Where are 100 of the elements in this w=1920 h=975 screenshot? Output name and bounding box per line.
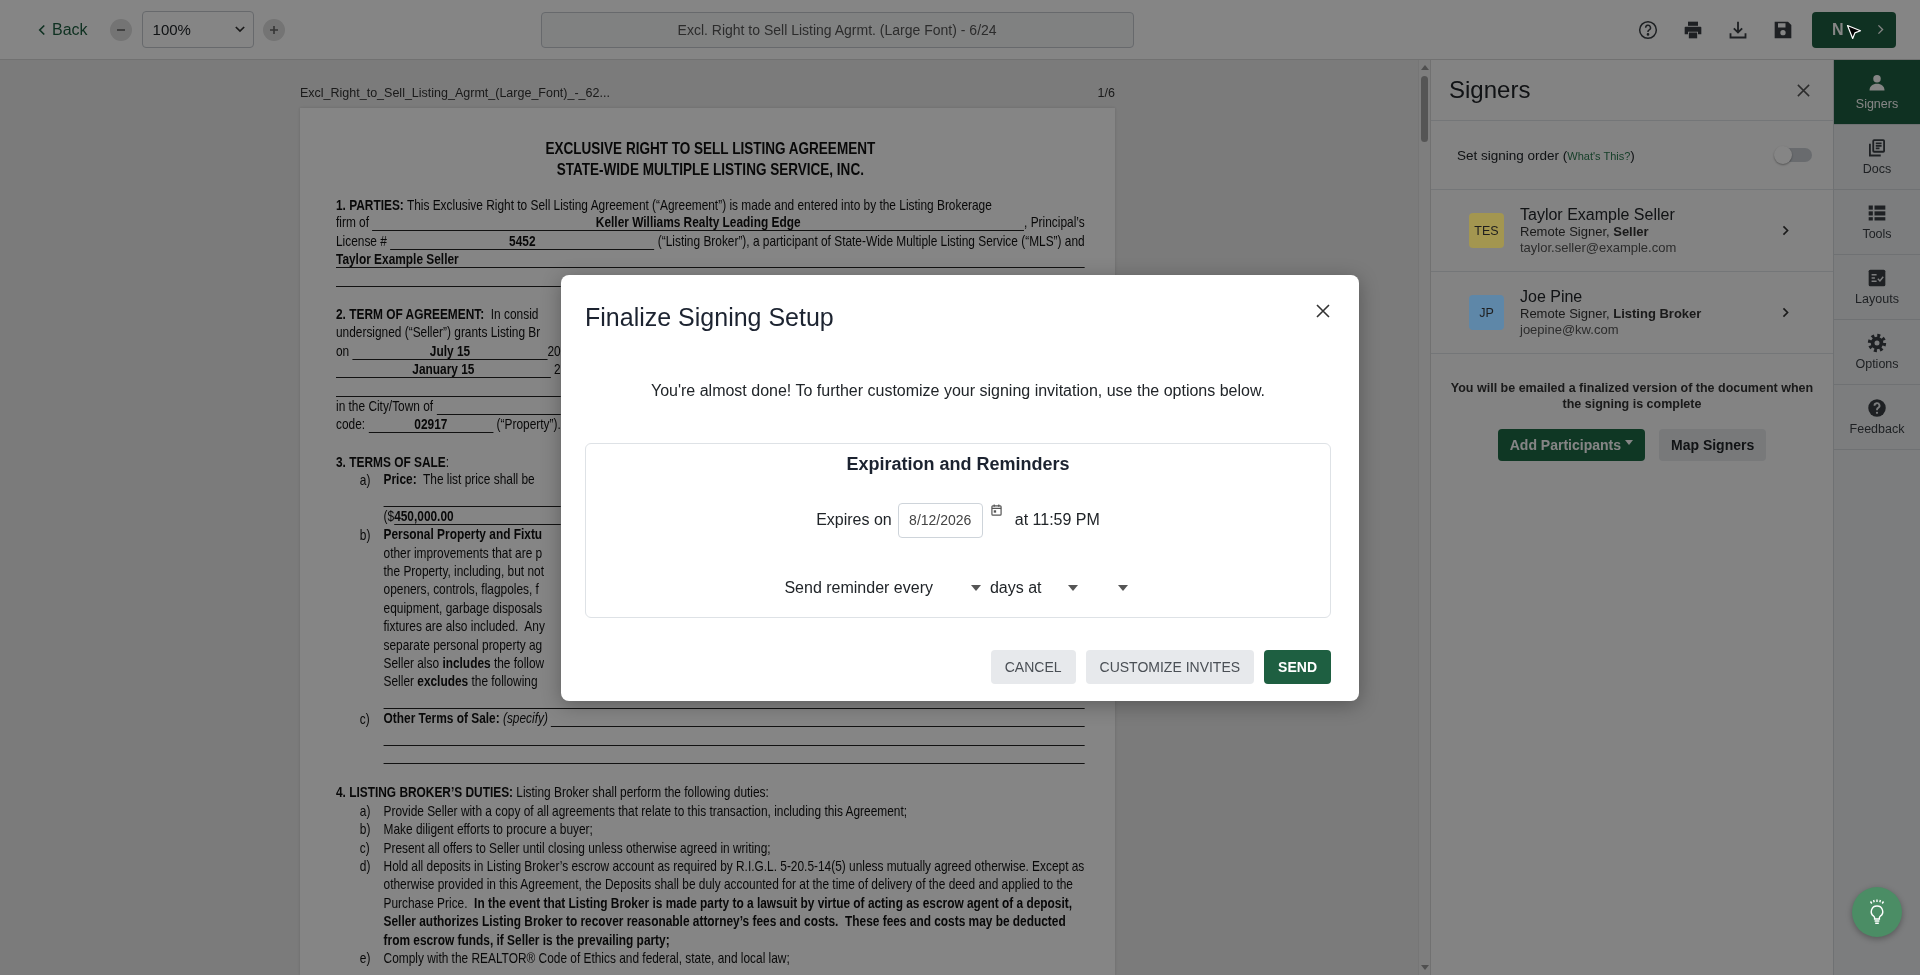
document-text: on	[336, 342, 351, 360]
caret-down-icon	[970, 584, 981, 591]
signing-order-toggle[interactable]	[1776, 148, 1812, 162]
document-text: Other Terms of Sale: (specify)	[383, 710, 549, 728]
document-text: firm of	[336, 214, 371, 232]
list-marker: b)	[359, 820, 372, 839]
file-name: Excl_Right_to_Sell_Listing_Agrmt_(Large_Font)_-_62...	[300, 86, 610, 100]
field-label: days at	[989, 578, 1042, 597]
date-field[interactable]: 8/12/2026	[897, 502, 983, 538]
download-icon[interactable]	[1728, 19, 1748, 40]
document-text: Personal Property and Fixtu	[383, 526, 543, 544]
document-text: other improvements that are p	[383, 544, 543, 562]
initials-avatar: JP	[1469, 295, 1504, 330]
panel-title: Signers	[1449, 76, 1531, 104]
signing-order-label: Set signing order (What's This?)	[1457, 147, 1635, 163]
list-marker: d)	[359, 857, 372, 876]
dialog-message: You're almost done! To further customize your signing invitation, use the options below.	[649, 380, 1267, 401]
checklist-icon	[1867, 268, 1887, 288]
fill-in-line: Taylor Example Seller	[336, 251, 1085, 269]
customize-invites-button[interactable]: CUSTOMIZE INVITES	[1085, 649, 1255, 684]
fill-in-line: 5452	[390, 232, 655, 250]
sidebar-tab[interactable]: Feedback	[1834, 385, 1920, 450]
mouse-cursor-icon	[1846, 24, 1862, 42]
chevron-left-icon	[38, 23, 46, 36]
document-text: 4. LISTING BROKER’S DUTIES: Listing Broker shall perform the following duties:	[336, 783, 769, 802]
calendar-icon[interactable]	[990, 503, 1002, 516]
zoom-select[interactable]: 100%	[141, 11, 254, 48]
caret-down-icon	[1625, 440, 1633, 445]
documents-icon	[1867, 138, 1887, 158]
map-signers-button[interactable]: Map Signers	[1659, 429, 1767, 461]
document-text: , Principal’s	[1024, 214, 1085, 232]
add-participants-button[interactable]: Add Participants	[1497, 429, 1645, 461]
sidebar-tab[interactable]: Tools	[1834, 190, 1920, 255]
document-text: fixtures are also included. Any	[383, 618, 545, 636]
section-title: Expiration and Reminders	[846, 452, 1070, 476]
document-text: separate personal property ag	[383, 636, 543, 654]
document-title: EXCLUSIVE RIGHT TO SELL LISTING AGREEMENT	[544, 138, 877, 159]
fill-in-line: Keller Williams Realty Leading Edge	[372, 214, 1025, 232]
completion-note: You will be emailed a finalized version of the document when the signing is complete	[1449, 380, 1815, 412]
document-text: 3. TERMS OF SALE:	[336, 452, 449, 472]
cancel-button[interactable]: CANCEL	[990, 649, 1076, 684]
document-text: (“Listing Broker”), a participant of State-Wide Multiple Listing Service (“MLS”) and	[656, 232, 1085, 250]
document-text: Seller also includes the follow	[383, 655, 545, 672]
sidebar-tab[interactable]: Layouts	[1834, 255, 1920, 320]
chevron-right-icon[interactable]	[1782, 307, 1789, 318]
document-text: 2. TERM OF AGREEMENT: In consid	[336, 305, 539, 323]
signer-role: Remote Signer, Seller	[1520, 223, 1650, 240]
list-icon	[1867, 203, 1887, 223]
document-text: ($	[383, 507, 395, 525]
document-title: STATE-WIDE MULTIPLE LISTING SERVICE, INC.	[555, 159, 865, 180]
gear-icon	[1867, 333, 1887, 353]
list-marker: b)	[359, 526, 372, 546]
document-text: Seller excludes the following	[383, 673, 538, 691]
caret-down-icon	[1067, 584, 1078, 591]
help-icon[interactable]	[1638, 19, 1658, 40]
scrollbar[interactable]	[1418, 60, 1430, 975]
whats-this-link[interactable]: What's This?	[1567, 149, 1631, 162]
document-text: Make diligent efforts to procure a buyer;	[383, 820, 593, 839]
document-text: openers, controls, flagpoles, f	[383, 581, 539, 599]
document-text: undersigned (“Seller”) grants Listing Br	[336, 324, 541, 342]
dialog-title: Finalize Signing Setup	[585, 303, 834, 332]
field-label: Expires on	[816, 511, 892, 529]
sidebar-tab[interactable]: Signers	[1834, 60, 1920, 125]
document-text: Price: The list price shall be	[383, 471, 535, 489]
signer-email: joepine@kw.com	[1520, 321, 1620, 338]
fill-in-line: July 15	[352, 342, 548, 360]
signer-role: Remote Signer, Listing Broker	[1520, 305, 1703, 322]
list-marker: c)	[359, 710, 371, 730]
document-text: (“Property”).	[495, 416, 561, 434]
document-text: License #	[336, 232, 388, 250]
chevron-right-icon[interactable]	[1782, 225, 1789, 236]
send-button[interactable]: SEND	[1264, 649, 1331, 684]
list-marker: e)	[359, 949, 372, 968]
fill-in-line: 02917	[368, 416, 494, 434]
caret-down-icon	[1117, 584, 1128, 591]
person-icon	[1867, 73, 1887, 93]
next-button[interactable]: N	[1812, 11, 1896, 48]
document-text: 2	[553, 361, 561, 379]
document-text: equipment, garbage disposals	[383, 599, 543, 617]
document-title-field[interactable]: Excl. Right to Sell Listing Agrmt. (Large Font) - 6/24	[540, 11, 1134, 48]
signer-name: Joe Pine	[1520, 287, 1584, 306]
document-text: in the City/Town of	[336, 397, 435, 415]
document-text: Present all offers to Seller until closing unless otherwise agreed in writing;	[383, 838, 771, 857]
document-text: code:	[336, 416, 367, 434]
zoom-in-button[interactable]	[262, 18, 285, 41]
signer-name: Taylor Example Seller	[1520, 205, 1676, 224]
printer-icon[interactable]	[1683, 19, 1703, 40]
sidebar-tab[interactable]: Options	[1834, 320, 1920, 385]
sidebar-tab[interactable]: Docs	[1834, 125, 1920, 190]
zoom-out-button[interactable]	[109, 18, 132, 41]
save-icon[interactable]	[1773, 19, 1793, 40]
list-marker: a)	[359, 471, 372, 491]
signer-email: taylor.seller@example.com	[1520, 239, 1678, 256]
scrollbar-thumb[interactable]	[1421, 76, 1428, 142]
back-button[interactable]: Back	[36, 16, 90, 43]
list-marker: c)	[359, 838, 371, 857]
field-label: Send reminder every	[784, 578, 933, 597]
close-icon[interactable]	[1315, 302, 1331, 319]
document-text: the Property, including, but not	[383, 563, 544, 581]
fill-in-line: 450,000.00	[394, 507, 561, 525]
